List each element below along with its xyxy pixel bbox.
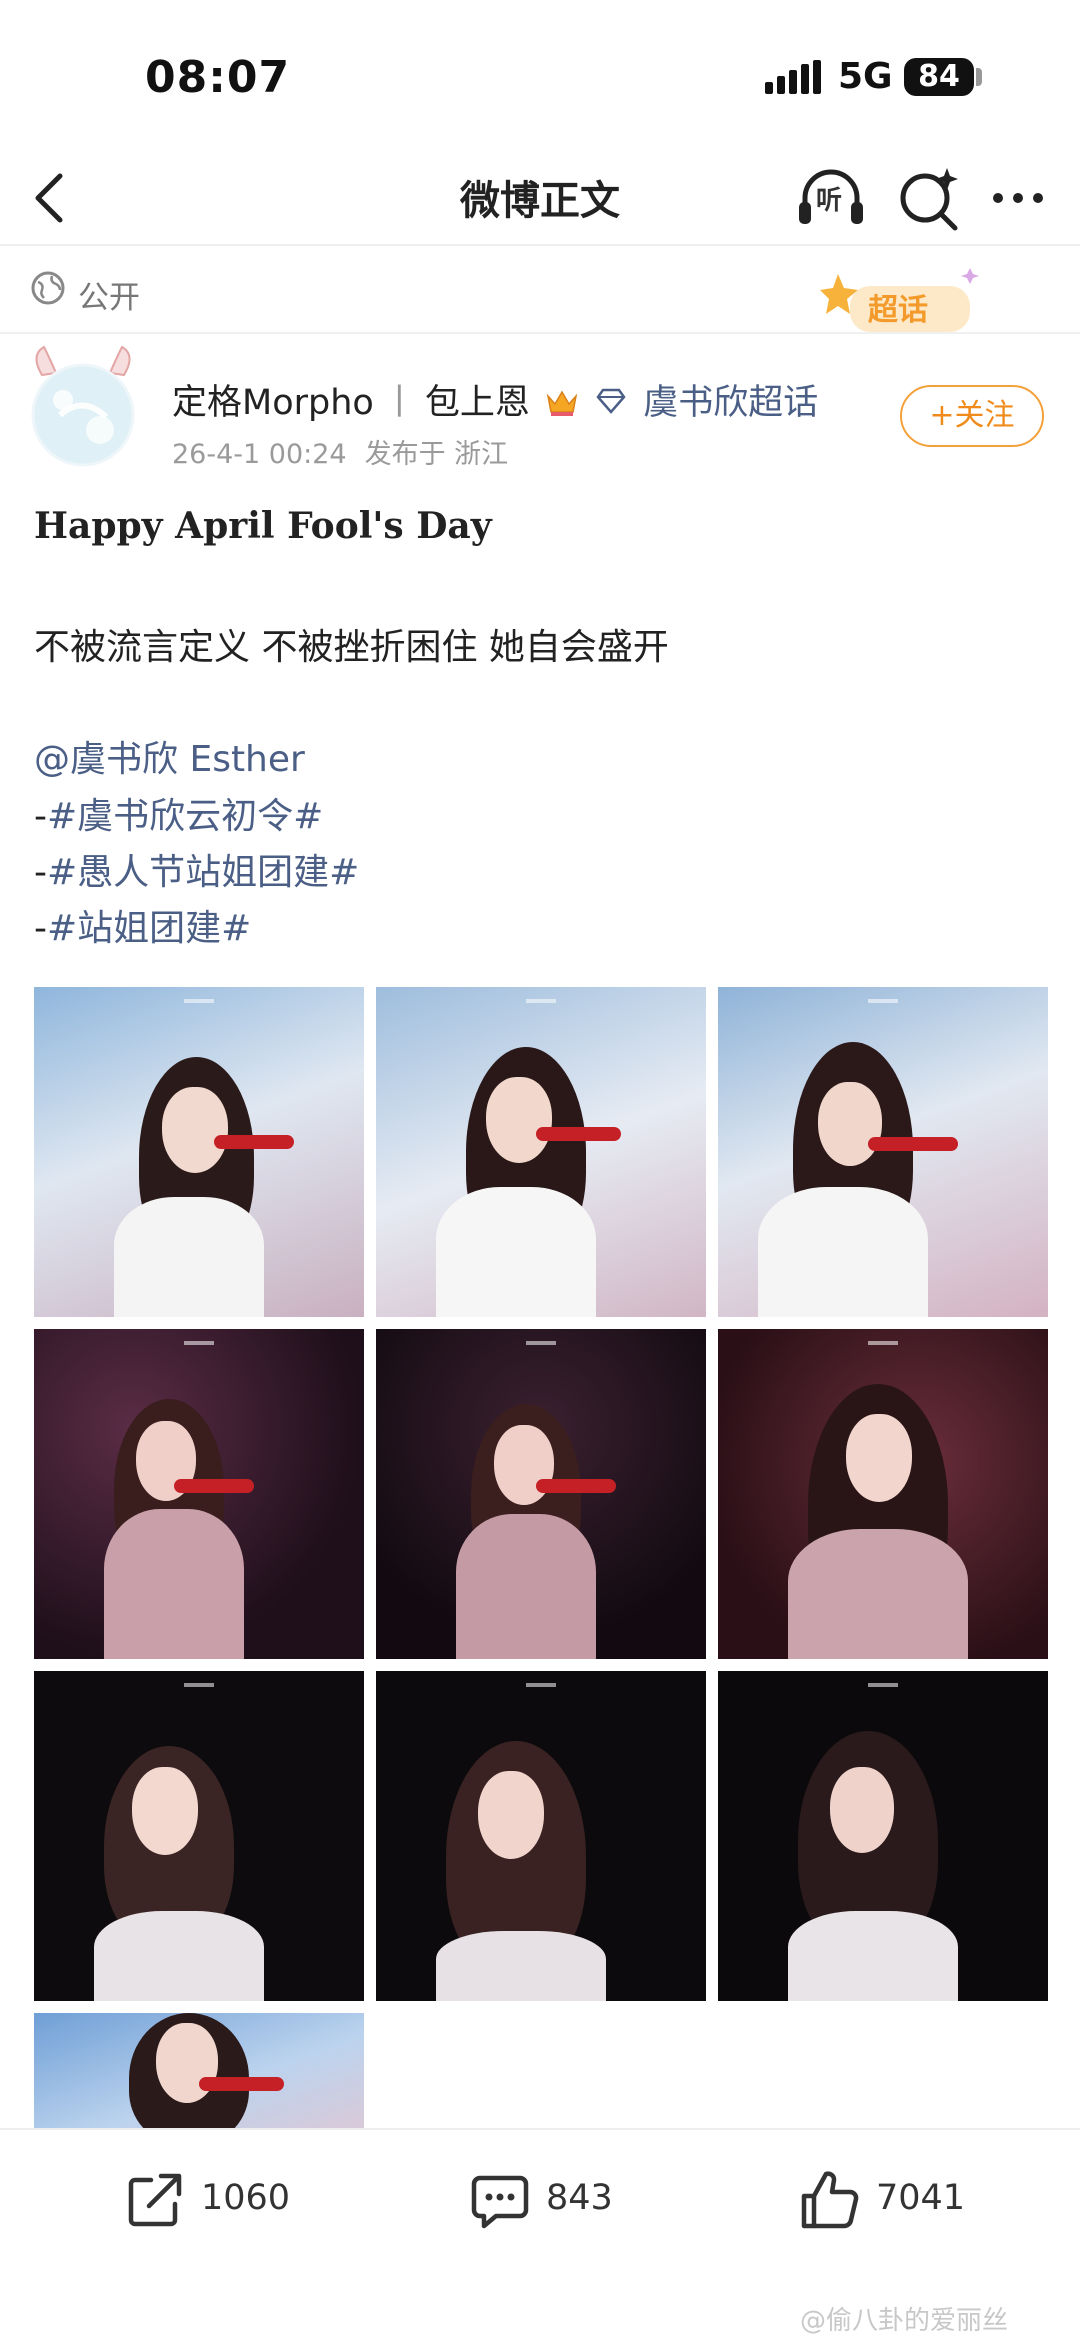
crown-icon bbox=[546, 390, 578, 416]
photo-thumbnail[interactable] bbox=[34, 2013, 364, 2129]
watermark-text: @偷八卦的爱丽丝 bbox=[800, 2306, 1009, 2336]
hashtag-link: #站姐团建# bbox=[47, 908, 252, 949]
photo-thumbnail[interactable] bbox=[376, 1671, 706, 2001]
hashtag-line[interactable]: -#愚人节站姐团建# bbox=[34, 843, 359, 895]
diamond-icon bbox=[596, 388, 626, 414]
mention-link[interactable]: @虞书欣 Esther bbox=[34, 730, 305, 782]
photo-thumbnail[interactable] bbox=[376, 1329, 706, 1659]
photo-thumbnail[interactable] bbox=[376, 987, 706, 1317]
more-dots-icon[interactable] bbox=[990, 180, 1046, 216]
photo-thumbnail[interactable] bbox=[34, 1329, 364, 1659]
globe-icon bbox=[31, 271, 65, 305]
signal-icon bbox=[765, 60, 821, 94]
hashtag-link: #虞书欣云初令# bbox=[47, 796, 324, 837]
hashtag-line[interactable]: -#虞书欣云初令# bbox=[34, 787, 323, 839]
photo-thumbnail[interactable] bbox=[34, 1671, 364, 2001]
post-text-line: 不被流言定义 不被挫折困住 她自会盛开 bbox=[34, 627, 669, 668]
comment-count: 843 bbox=[546, 2178, 613, 2218]
comment-icon bbox=[471, 2175, 529, 2229]
like-count: 7041 bbox=[876, 2178, 966, 2218]
like-icon bbox=[801, 2171, 859, 2229]
photo-thumbnail[interactable] bbox=[718, 1671, 1048, 2001]
supertopic-link[interactable]: 虞书欣超话 bbox=[643, 383, 818, 423]
author-name[interactable]: 定格Morpho bbox=[172, 383, 374, 423]
author-name-line[interactable]: 定格Morpho 丨包上恩 虞书欣超话 bbox=[172, 374, 818, 425]
repost-count: 1060 bbox=[201, 2178, 291, 2218]
visibility-row: 公开 超话 bbox=[0, 248, 1080, 334]
battery-level: 84 bbox=[904, 58, 974, 96]
listen-label: 听 bbox=[816, 186, 843, 216]
post-headline: Happy April Fool's Day bbox=[34, 505, 492, 547]
share-icon bbox=[128, 2173, 182, 2227]
visibility-label: 公开 bbox=[78, 280, 140, 316]
supertopic-badge-text: 超话 bbox=[868, 293, 928, 328]
action-bar: 1060 843 7041 bbox=[0, 2128, 1080, 2268]
status-bar: 08:07 5G 84 bbox=[0, 0, 1080, 150]
author-alias: 包上恩 bbox=[424, 383, 530, 423]
photo-thumbnail[interactable] bbox=[718, 1329, 1048, 1659]
hashtag-line[interactable]: -#站姐团建# bbox=[34, 899, 251, 951]
battery-tip bbox=[976, 68, 982, 86]
photo-thumbnail[interactable] bbox=[34, 987, 364, 1317]
follow-button[interactable]: +关注 bbox=[900, 385, 1044, 447]
photo-thumbnail[interactable] bbox=[718, 987, 1048, 1317]
avatar[interactable] bbox=[28, 345, 138, 470]
post-meta: 26-4-1 00:24 发布于 浙江 bbox=[172, 432, 508, 471]
post-date: 26-4-1 00:24 bbox=[172, 439, 347, 470]
supertopic-badge[interactable]: 超话 bbox=[820, 264, 995, 342]
hashtag-link: #愚人节站姐团建# bbox=[47, 852, 360, 893]
name-separator: 丨 bbox=[381, 383, 417, 423]
nav-bar: 微博正文 听 bbox=[0, 150, 1080, 246]
status-time: 08:07 bbox=[145, 52, 291, 103]
network-type: 5G bbox=[838, 56, 893, 97]
post-location: 发布于 浙江 bbox=[364, 439, 509, 470]
search-sparkle-icon[interactable] bbox=[895, 162, 965, 234]
